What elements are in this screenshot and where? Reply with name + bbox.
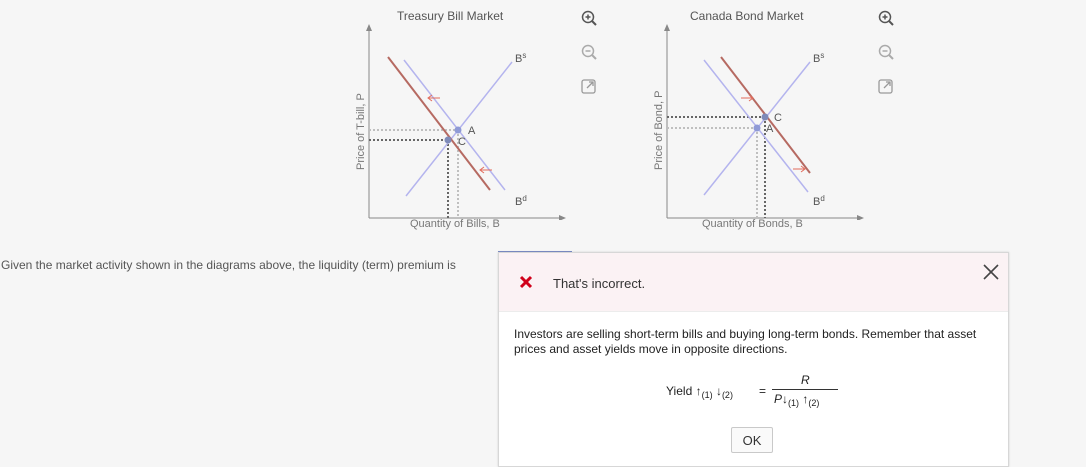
x-axis-arrow (857, 215, 864, 220)
shift-arrow-upper (427, 94, 440, 102)
feedback-dialog: That's incorrect. Investors are selling … (498, 252, 1009, 467)
open-external-icon (581, 79, 596, 94)
supply-curve-label: Bs (515, 51, 526, 65)
open-external-button-2[interactable] (876, 76, 896, 96)
feedback-message: Investors are selling short-term bills a… (514, 327, 977, 356)
demand-curve-label: Bd (515, 194, 527, 208)
zoom-in-button-2[interactable] (876, 8, 896, 28)
open-external-button-1[interactable] (579, 76, 599, 96)
shift-arrow-lower (793, 165, 806, 173)
x-axis-arrow (559, 215, 566, 220)
question-text: Given the market activity shown in the d… (1, 258, 456, 272)
demand-curve-shifted (387, 56, 491, 191)
point-a-label: A (766, 123, 774, 135)
diagram-2-graph[interactable]: A C Bs Bd (658, 20, 873, 220)
point-c-marker (444, 136, 452, 144)
ok-button[interactable]: OK (731, 427, 773, 453)
formula-numerator: R (801, 373, 810, 387)
point-c-marker (761, 113, 769, 121)
point-a-label: A (468, 125, 476, 137)
demand-curve-label: Bd (813, 194, 825, 208)
point-a-marker (753, 124, 761, 132)
open-external-icon (878, 79, 893, 94)
point-a-marker (454, 126, 462, 134)
y-axis-arrow (664, 24, 670, 31)
zoom-out-button-2[interactable] (876, 42, 896, 62)
diagram-1-graph[interactable]: A C Bs Bd (360, 20, 575, 220)
zoom-out-button-1[interactable] (579, 42, 599, 62)
zoom-in-icon (878, 10, 894, 26)
feedback-status: That's incorrect. (553, 276, 646, 291)
supply-curve-label: Bs (813, 51, 824, 65)
formula-fraction-bar (772, 389, 838, 390)
zoom-in-button-1[interactable] (579, 8, 599, 28)
point-c-label: C (458, 136, 466, 148)
zoom-out-icon (581, 44, 597, 60)
formula-equals: = (759, 384, 767, 398)
y-axis-arrow (366, 24, 372, 31)
feedback-header: That's incorrect. (499, 253, 1008, 312)
formula-lhs: Yield ↑(1) ↓(2) (666, 384, 733, 400)
close-icon[interactable] (982, 263, 1000, 281)
formula-denominator: P↓(1) ↑(2) (774, 392, 820, 408)
up-arrow-icon: ↑ (695, 384, 702, 398)
error-x-icon (519, 275, 533, 289)
point-c-label: C (774, 112, 782, 124)
zoom-in-icon (581, 10, 597, 26)
zoom-out-icon (878, 44, 894, 60)
